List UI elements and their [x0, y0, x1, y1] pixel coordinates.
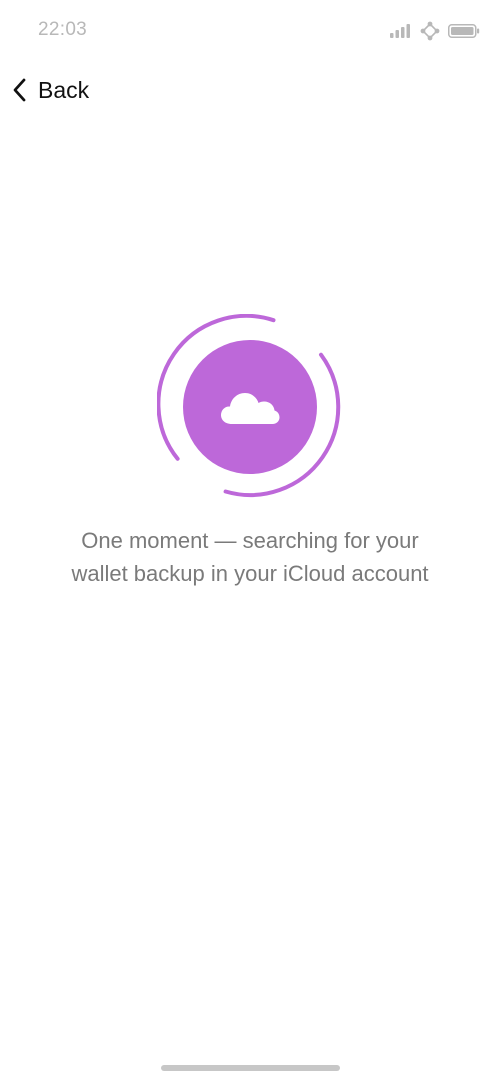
cloud-icon — [221, 393, 280, 424]
battery-icon — [448, 24, 480, 38]
home-indicator[interactable] — [161, 1065, 340, 1071]
loading-message-line-1: One moment — searching for your — [81, 528, 419, 553]
back-label: Back — [38, 76, 90, 103]
wifi-icon — [420, 21, 440, 41]
loading-spinner — [157, 314, 343, 500]
chevron-left-icon — [13, 78, 26, 102]
status-icons — [390, 20, 480, 42]
back-button[interactable]: Back — [10, 72, 89, 108]
status-bar: 22:03 — [0, 0, 500, 60]
status-time: 22:03 — [38, 19, 88, 40]
screen: 22:03 Back One moment — searching for yo… — [0, 0, 500, 1083]
signal-icon — [390, 24, 410, 38]
loading-message-line-2: wallet backup in your iCloud account — [71, 561, 429, 586]
loading-message: One moment — searching for your wallet b… — [20, 524, 480, 590]
